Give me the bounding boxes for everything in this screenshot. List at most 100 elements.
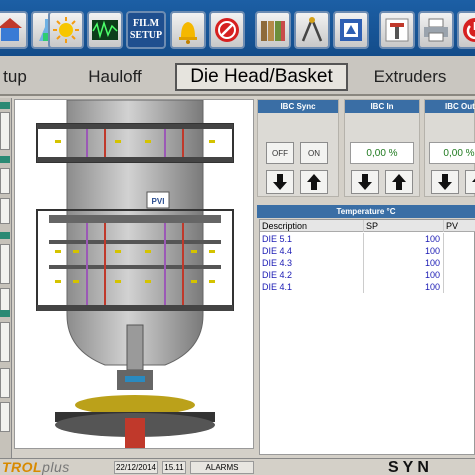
ibc-sync-panel: IBC Sync OFF ON <box>257 99 339 197</box>
temperature-table: Description SP PV DIE 5.1 100 DIE 4.4 10… <box>259 219 475 455</box>
row-description: DIE 5.1 <box>260 233 364 245</box>
ibc-in-value: 0,00 % <box>350 142 414 164</box>
temperature-title: Temperature °C <box>257 205 475 218</box>
tab-setup-label: tup <box>3 67 27 86</box>
ibc-sync-up-button[interactable] <box>300 170 328 194</box>
left-header-bar <box>0 310 10 317</box>
print-button[interactable] <box>418 11 454 49</box>
row-description: DIE 4.4 <box>260 245 364 257</box>
column-header-sp[interactable]: SP <box>364 220 444 232</box>
ibc-in-title: IBC In <box>345 100 419 113</box>
tab-die-head-basket[interactable]: Die Head/Basket <box>175 63 348 91</box>
row-sp: 100 <box>364 269 444 281</box>
ibc-in-panel: IBC In 0,00 % <box>344 99 420 197</box>
ibc-in-up-button[interactable] <box>385 170 413 194</box>
home-icon <box>0 18 22 41</box>
left-button[interactable] <box>0 112 10 150</box>
left-header-bar <box>0 232 10 239</box>
app-window: FILM SETUP tup Hauloff Die Head/Basket E… <box>0 0 475 475</box>
ibc-in-down-button[interactable] <box>351 170 379 194</box>
recipes-button[interactable] <box>255 11 291 49</box>
tab-bar: tup Hauloff Die Head/Basket Extruders <box>0 56 475 96</box>
table-row[interactable]: DIE 4.2 100 <box>260 269 475 281</box>
row-pv <box>444 233 475 245</box>
die-head-illustration: PVI <box>36 100 234 448</box>
ibc-sync-title: IBC Sync <box>258 100 338 113</box>
column-header-pv[interactable]: PV <box>444 220 475 232</box>
brand-plus: plus <box>42 459 70 475</box>
ibc-out-down-button[interactable] <box>431 170 459 194</box>
row-pv <box>444 281 475 293</box>
left-button[interactable] <box>0 168 10 194</box>
sun-button[interactable] <box>48 11 84 49</box>
alarm-bell-button[interactable] <box>170 11 206 49</box>
ibc-sync-down-button[interactable] <box>266 170 294 194</box>
brand-main: TROL <box>2 459 43 475</box>
left-button[interactable] <box>0 322 10 362</box>
tab-die-head-basket-label: Die Head/Basket <box>190 66 333 87</box>
arrow-up-icon <box>392 174 406 190</box>
pvi-badge-text: PVI <box>152 197 165 206</box>
user-badge-button[interactable] <box>333 11 369 49</box>
row-sp: 100 <box>364 281 444 293</box>
film-setup-button[interactable]: FILM SETUP <box>126 11 166 49</box>
table-row[interactable]: DIE 4.1 100 <box>260 281 475 293</box>
column-header-description[interactable]: Description <box>260 220 364 232</box>
bell-icon <box>179 22 197 44</box>
arrow-down-icon <box>273 174 287 190</box>
row-pv <box>444 257 475 269</box>
arrow-up-icon <box>307 174 321 190</box>
stop-button[interactable] <box>209 11 245 49</box>
left-header-bar <box>0 102 10 109</box>
arrow-down-icon <box>358 174 372 190</box>
alarms-button[interactable]: ALARMS <box>190 461 254 474</box>
left-header-bar <box>0 156 10 163</box>
ibc-sync-off-button[interactable]: OFF <box>266 142 294 164</box>
row-description: DIE 4.1 <box>260 281 364 293</box>
printer-icon <box>424 18 448 42</box>
oscilloscope-icon <box>92 20 118 40</box>
die-head-drawing: PVI <box>14 99 254 449</box>
left-button[interactable] <box>0 198 10 224</box>
tools-button[interactable] <box>379 11 415 49</box>
oscilloscope-button[interactable] <box>87 11 123 49</box>
table-row[interactable]: DIE 4.3 100 <box>260 257 475 269</box>
row-pv <box>444 245 475 257</box>
status-date: 22/12/2014 <box>114 461 158 474</box>
ibc-out-panel: IBC Out 0,00 % <box>424 99 475 197</box>
no-entry-icon <box>215 18 239 42</box>
ibc-out-up-button[interactable] <box>465 170 475 194</box>
home-button[interactable] <box>0 11 28 49</box>
film-setup-label-line1: FILM <box>132 18 160 29</box>
tab-setup[interactable]: tup <box>0 63 34 91</box>
power-button[interactable] <box>457 11 475 49</box>
left-button[interactable] <box>0 244 10 284</box>
sun-icon <box>53 17 79 43</box>
table-row[interactable]: DIE 4.4 100 <box>260 245 475 257</box>
tools-icon <box>385 18 409 42</box>
row-description: DIE 4.2 <box>260 269 364 281</box>
ibc-out-value: 0,00 % <box>429 142 475 164</box>
tab-hauloff[interactable]: Hauloff <box>70 63 160 91</box>
brand-logo: TROLplus <box>0 459 108 475</box>
row-sp: 100 <box>364 245 444 257</box>
tab-hauloff-label: Hauloff <box>88 67 142 86</box>
toolbar: FILM SETUP <box>0 0 475 56</box>
table-header-row: Description SP PV <box>260 220 475 232</box>
compass-icon <box>301 17 323 42</box>
binders-icon <box>261 21 285 41</box>
status-bar: TROLplus 22/12/2014 15.11 ALARMS SYN <box>0 458 475 475</box>
row-description: DIE 4.3 <box>260 257 364 269</box>
left-controls-column <box>0 98 12 458</box>
row-sp: 100 <box>364 233 444 245</box>
status-time: 15.11 <box>162 461 186 474</box>
company-logo: SYN <box>388 459 433 475</box>
tab-extruders[interactable]: Extruders <box>360 63 460 91</box>
left-button[interactable] <box>0 368 10 398</box>
table-row[interactable]: DIE 5.1 100 <box>260 233 475 245</box>
compass-button[interactable] <box>294 11 330 49</box>
power-icon <box>463 18 475 42</box>
film-setup-label-line2: SETUP <box>129 30 163 41</box>
ibc-sync-on-button[interactable]: ON <box>300 142 328 164</box>
left-button[interactable] <box>0 402 10 432</box>
